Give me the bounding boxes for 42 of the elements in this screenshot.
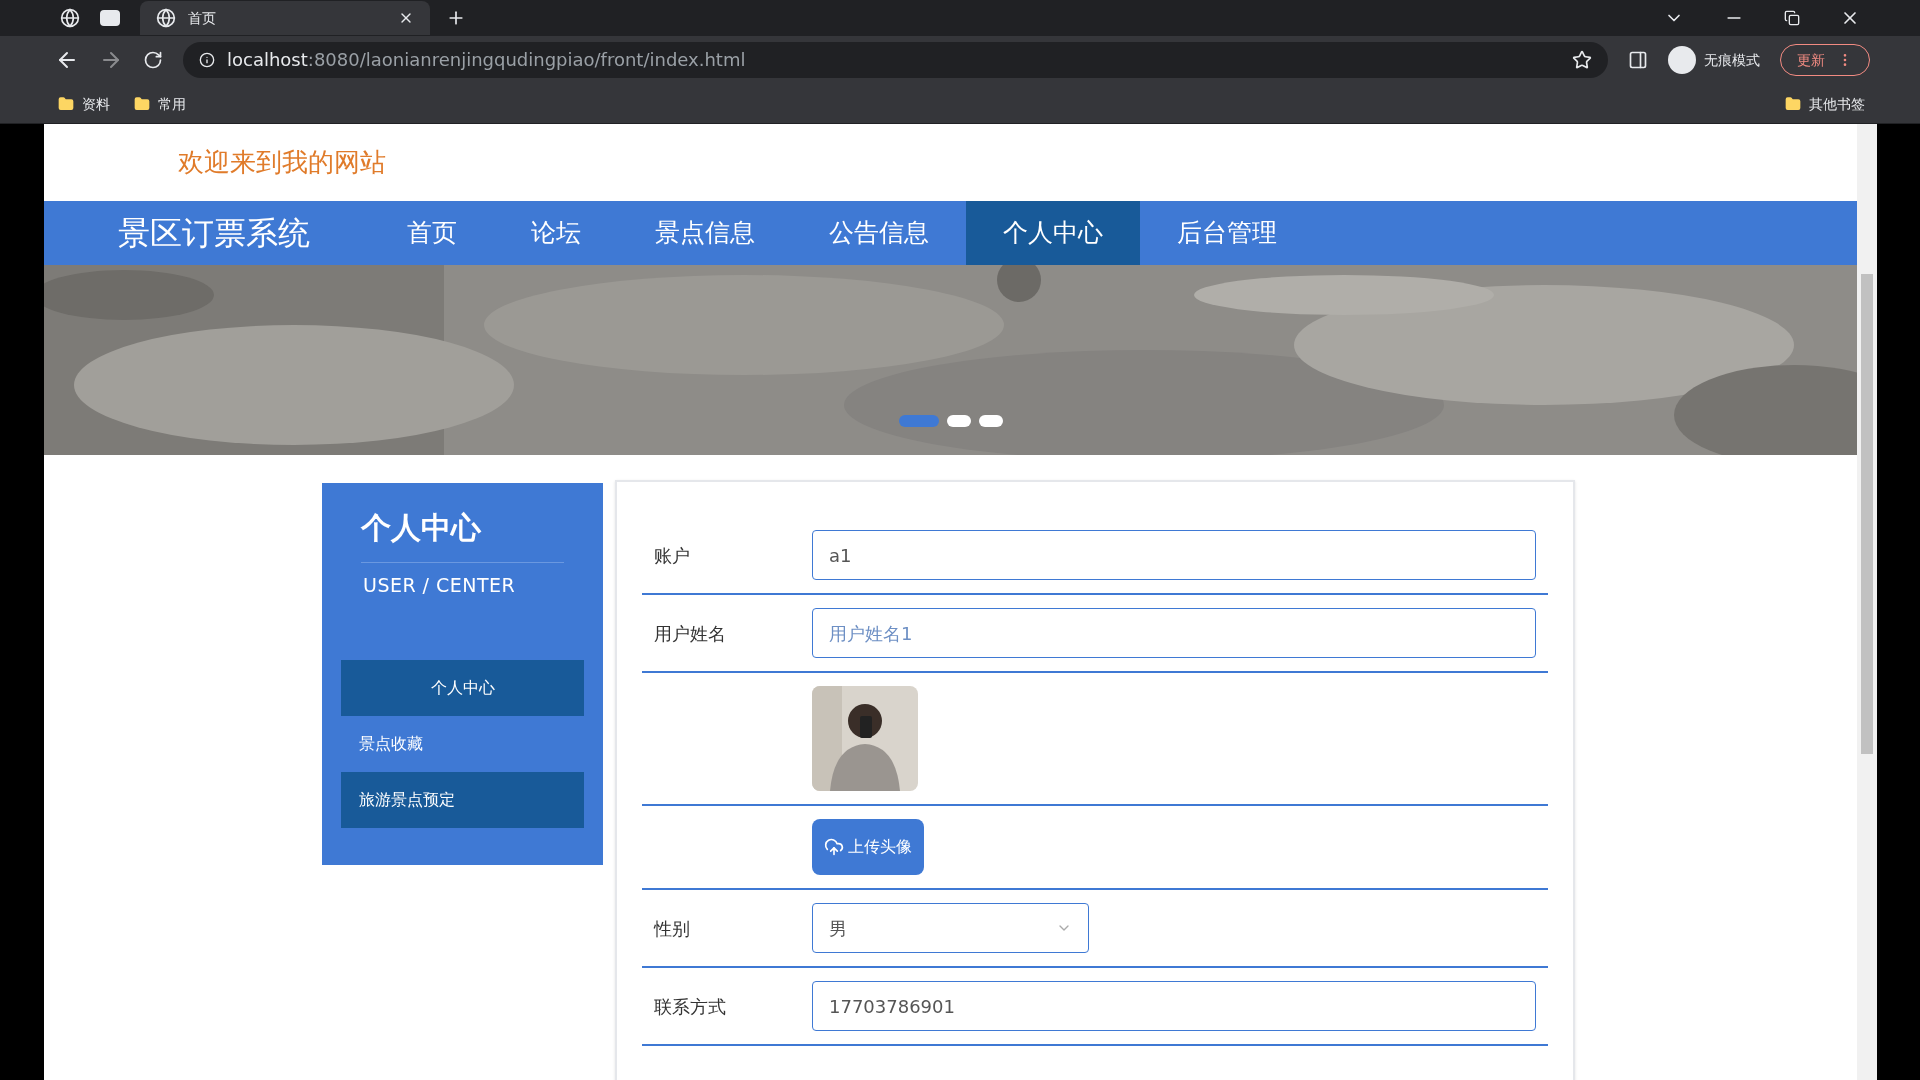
profile-label: 无痕模式 (1704, 51, 1760, 70)
cloud-upload-icon (824, 837, 844, 857)
nav-item[interactable]: 论坛 (494, 201, 618, 265)
folder-icon (58, 95, 74, 112)
side-panel-icon[interactable] (1628, 50, 1648, 70)
nav-item[interactable]: 首页 (370, 201, 494, 265)
sidebar-subtitle: USER / CENTER (362, 573, 517, 598)
reload-icon[interactable] (143, 50, 163, 70)
field-label: 联系方式 (654, 995, 726, 1017)
field-label: 用户姓名 (654, 622, 726, 644)
nav-item[interactable]: 公告信息 (792, 201, 966, 265)
sidebar-item[interactable]: 个人中心 (341, 659, 584, 716)
field-label: 性别 (654, 917, 690, 939)
nav-item[interactable]: 后台管理 (1140, 201, 1314, 265)
sidebar-item[interactable]: 旅游景点预定 (341, 771, 584, 828)
address-bar[interactable]: localhost:8080/laonianrenjingqudingpiao/front/index.html (183, 42, 1608, 78)
gender-select[interactable]: 男 (812, 903, 1089, 953)
site-logo: 景区订票系统 (118, 213, 310, 254)
welcome-text: 欢迎来到我的网站 (178, 146, 386, 179)
url-text: localhost:8080/laonianrenjingqudingpiao/front/index.html (227, 48, 747, 72)
nav-item[interactable]: 个人中心 (966, 201, 1140, 265)
sidebar-item[interactable]: 景点收藏 (341, 715, 584, 772)
tab-title: 首页 (188, 9, 217, 28)
field-label: 账户 (654, 544, 690, 566)
upload-button[interactable]: 上传头像 (812, 819, 924, 875)
folder-icon (1785, 95, 1801, 112)
bookmark-item[interactable]: 常用 (134, 93, 186, 114)
text-field[interactable]: 用户姓名1 (812, 608, 1536, 658)
globe-icon[interactable] (60, 8, 80, 28)
folder-icon (134, 95, 150, 112)
restore-icon[interactable] (1784, 10, 1800, 26)
text-field[interactable]: a1 (812, 530, 1536, 580)
tab-strip-icon[interactable] (100, 10, 120, 26)
browser-tab[interactable]: 首页 (140, 1, 430, 35)
bookmark-item[interactable]: 其他书签 (1785, 93, 1865, 114)
nav-item[interactable]: 景点信息 (618, 201, 792, 265)
sidebar-title: 个人中心 (359, 509, 482, 547)
star-icon[interactable] (1572, 50, 1592, 70)
text-field[interactable]: 17703786901 (812, 981, 1536, 1031)
info-icon[interactable] (199, 52, 215, 68)
globe-icon (156, 8, 176, 28)
bookmark-item[interactable]: 资料 (58, 93, 110, 114)
